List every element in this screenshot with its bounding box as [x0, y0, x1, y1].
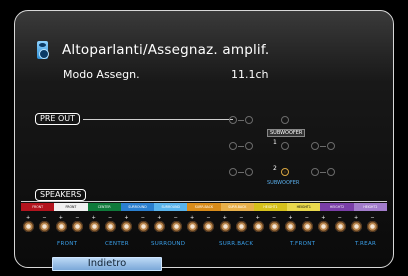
preout-jack-icon [281, 142, 289, 150]
preout-jack-icon [311, 142, 319, 150]
jack-link [320, 172, 326, 173]
subwoofer-jack-icon [281, 168, 289, 176]
speaker-terminal-icon [72, 221, 84, 232]
segment-surrback-r: SURR.BACK [187, 203, 221, 211]
speaker-terminal-icon [121, 221, 133, 232]
jack-link [238, 172, 244, 173]
subwoofer-number-1: 1 [273, 139, 277, 146]
preout-jack-icon [245, 116, 253, 124]
subwoofer-number-2: 2 [273, 165, 277, 172]
segment-surround-l: SURROUND [154, 203, 188, 211]
jack-link [320, 146, 326, 147]
channel-label-t-front: T.FRONT [290, 241, 316, 247]
preout-jack-icon [229, 142, 237, 150]
preout-jack-icon [229, 168, 237, 176]
speaker-terminal-icon [39, 221, 51, 232]
segment-height2-r: HEIGHT2 [320, 203, 354, 211]
page-title: Altoparlanti/Assegnaz. amplif. [62, 42, 270, 58]
preout-jack-icon [245, 142, 253, 150]
segment-front-l: FRONT [54, 203, 88, 211]
preout-jack-icon [229, 116, 237, 124]
speaker-terminal-icon [334, 221, 346, 232]
terminal-color-bar: FRONT FRONT CENTER SURROUND SURROUND SUR… [21, 203, 387, 211]
speaker-terminal-icon [269, 221, 280, 232]
segment-surrback-l: SURR.BACK [220, 203, 254, 211]
speaker-terminal-icon [219, 221, 231, 232]
speaker-terminal-icon [252, 221, 264, 232]
preout-jack-icon [311, 168, 319, 176]
channel-label-surr-back: SURR.BACK [219, 241, 254, 247]
settings-panel: Altoparlanti/Assegnaz. amplif. Modo Asse… [14, 10, 394, 268]
speaker-terminal-icon [55, 221, 67, 232]
jack-link [238, 120, 244, 121]
preout-jack-icon [245, 168, 253, 176]
speaker-terminal-icon [105, 221, 116, 232]
channel-label-surround: SURROUND [151, 241, 186, 247]
title-row: Altoparlanti/Assegnaz. amplif. [37, 41, 269, 59]
preout-tag: PRE OUT [35, 113, 81, 125]
segment-height1-r: HEIGHT1 [253, 203, 288, 211]
preout-jack-icon [281, 116, 289, 124]
speaker-terminal-icon [23, 221, 34, 232]
segment-center: CENTER [87, 203, 121, 211]
preout-jack-icon [327, 168, 335, 176]
segment-surround-r: SURROUND [120, 203, 155, 211]
speaker-terminal-icon [236, 221, 248, 232]
back-button[interactable]: Indietro [52, 257, 162, 271]
mode-value[interactable]: 11.1ch [231, 68, 269, 81]
speakers-tag: SPEAKERS [35, 189, 87, 201]
channel-label-t-rear: T.REAR [355, 241, 377, 247]
preout-jack-icon [327, 142, 335, 150]
speaker-terminal-icon [170, 221, 182, 232]
speaker-terminal-icon [137, 221, 149, 232]
speaker-terminal-icon [88, 221, 100, 232]
segment-height2-l: HEIGHT2 [353, 203, 387, 211]
segment-height1-l: HEIGHT1 [287, 203, 321, 211]
speaker-terminal-icon [203, 221, 215, 232]
subwoofer-label: SUBWOOFER [267, 129, 306, 137]
subwoofer-active-label: SUBWOOFER [267, 180, 300, 186]
screen: Altoparlanti/Assegnaz. amplif. Modo Asse… [0, 0, 408, 276]
speaker-terminal-icon [285, 221, 297, 232]
preout-divider [83, 119, 233, 120]
speakers-divider [21, 201, 387, 202]
speaker-terminal-icon [318, 221, 330, 232]
speaker-terminal-icon [301, 221, 313, 232]
channel-label-front: FRONT [57, 241, 78, 247]
speaker-terminal-icon [187, 221, 198, 232]
jack-link [238, 146, 244, 147]
speaker-icon [37, 41, 49, 59]
speaker-terminal-icon [367, 221, 379, 232]
segment-front-r: FRONT [21, 203, 55, 211]
mode-label[interactable]: Modo Assegn. [63, 68, 140, 81]
speaker-terminal-icon [351, 221, 362, 232]
speaker-terminal-icon [154, 221, 166, 232]
channel-label-center: CENTER [105, 241, 129, 247]
